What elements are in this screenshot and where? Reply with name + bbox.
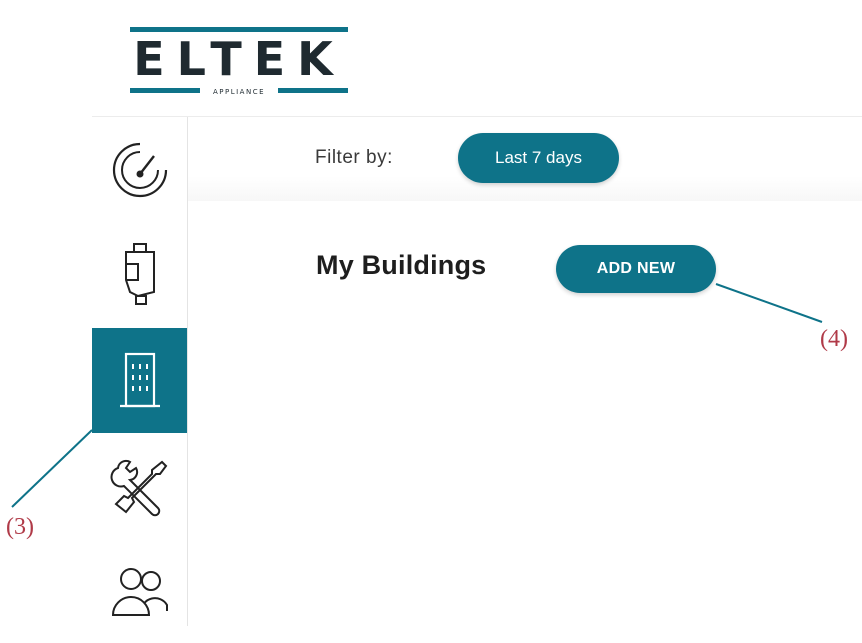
add-new-button[interactable]: ADD NEW xyxy=(556,245,716,293)
sidebar-item-buildings[interactable] xyxy=(92,328,187,433)
eltek-logo[interactable]: ELTEK APPLIANCE xyxy=(130,27,348,97)
sidebar-item-dashboard[interactable] xyxy=(92,117,187,222)
callout-3: (3) xyxy=(6,514,34,540)
building-icon xyxy=(119,352,160,407)
sidebar-item-users[interactable] xyxy=(92,538,187,643)
users-icon xyxy=(111,567,168,616)
filter-label: Filter by: xyxy=(315,147,393,168)
leader-line-3 xyxy=(11,429,93,508)
filter-bar: Filter by: Last 7 days xyxy=(188,117,862,201)
sidebar-nav xyxy=(92,117,188,626)
tools-icon xyxy=(110,459,167,516)
main-content: Filter by: Last 7 days My Buildings ADD … xyxy=(188,117,862,626)
water-meter-icon xyxy=(124,242,155,305)
app-header: ELTEK APPLIANCE xyxy=(92,0,862,117)
page-title: My Buildings xyxy=(316,250,487,280)
callout-4: (4) xyxy=(820,326,848,352)
speedometer-icon xyxy=(112,142,167,197)
date-filter-button[interactable]: Last 7 days xyxy=(458,133,619,183)
sidebar-item-meters[interactable] xyxy=(92,222,187,327)
sidebar-item-tools[interactable] xyxy=(92,433,187,538)
logo-subtext: APPLIANCE xyxy=(213,88,265,96)
logo-wordmark: ELTEK xyxy=(133,32,345,86)
